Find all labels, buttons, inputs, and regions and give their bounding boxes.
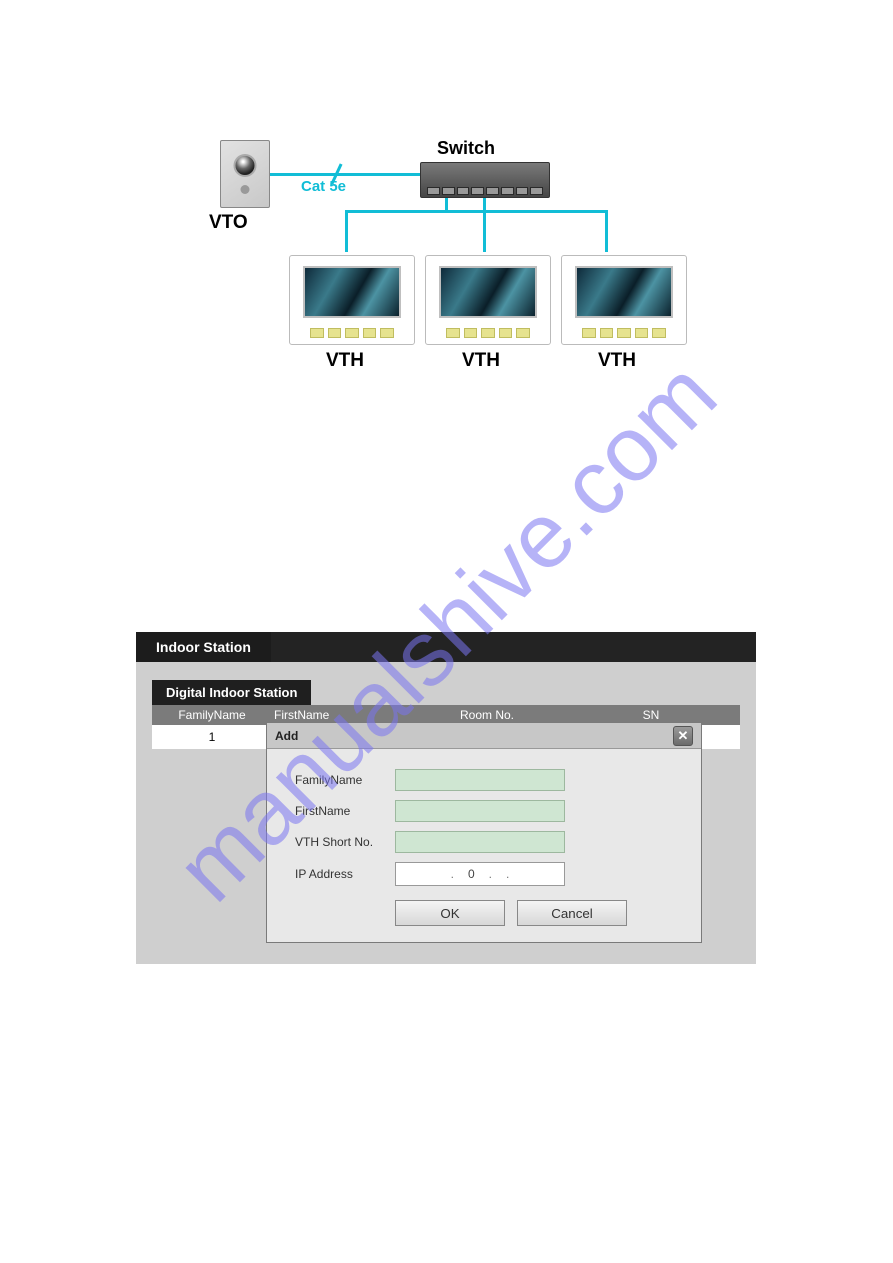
close-button[interactable]: ✕: [673, 726, 693, 746]
monitor-screen-icon: [439, 266, 537, 318]
cable-line: [345, 210, 348, 252]
camera-lens-icon: [234, 154, 257, 177]
ip-octet: 0: [468, 867, 475, 881]
add-dialog: Add ✕ FamilyName FirstName VTH Short No.: [266, 722, 702, 943]
cable-label: Cat 5e: [301, 178, 346, 195]
col-familyname: FamilyName: [152, 708, 272, 722]
port-icon: [442, 187, 455, 195]
port-icon: [516, 187, 529, 195]
col-firstname: FirstName: [272, 708, 412, 722]
label-firstname: FirstName: [295, 804, 395, 818]
monitor-screen-icon: [575, 266, 673, 318]
familyname-input[interactable]: [395, 769, 565, 791]
row-index: 1: [152, 730, 272, 744]
monitor-screen-icon: [303, 266, 401, 318]
dialog-titlebar: Add ✕: [267, 723, 701, 749]
label-ip: IP Address: [295, 867, 395, 881]
port-icon: [471, 187, 484, 195]
cable-line: [483, 210, 486, 252]
ip-dot: .: [451, 867, 454, 881]
cable-line: [345, 210, 605, 213]
ok-button[interactable]: OK: [395, 900, 505, 926]
vto-label: VTO: [209, 212, 248, 234]
camera-button-icon: [241, 185, 250, 194]
port-icon: [530, 187, 543, 195]
switch-label: Switch: [437, 138, 495, 159]
cable-line: [270, 173, 420, 176]
port-icon: [427, 187, 440, 195]
dialog-title: Add: [275, 729, 298, 743]
port-icon: [457, 187, 470, 195]
app-tabbar: Indoor Station: [136, 632, 756, 662]
label-familyname: FamilyName: [295, 773, 395, 787]
tab-indoor-station[interactable]: Indoor Station: [136, 632, 271, 662]
vth-monitor-icon: [289, 255, 415, 345]
ip-address-input[interactable]: . 0 . .: [395, 862, 565, 886]
label-shortno: VTH Short No.: [295, 835, 395, 849]
col-roomno: Room No.: [412, 708, 562, 722]
ip-dot: .: [489, 867, 492, 881]
cable-line: [605, 210, 608, 252]
cancel-button[interactable]: Cancel: [517, 900, 627, 926]
subtab-digital-indoor[interactable]: Digital Indoor Station: [152, 680, 311, 705]
vth-monitor-icon: [561, 255, 687, 345]
dialog-body: FamilyName FirstName VTH Short No. IP Ad…: [267, 749, 701, 942]
shortno-input[interactable]: [395, 831, 565, 853]
ip-dot: .: [506, 867, 509, 881]
vth-monitor-icon: [425, 255, 551, 345]
col-sn: SN: [562, 708, 740, 722]
vto-camera-icon: [220, 140, 270, 208]
vth-label: VTH: [462, 350, 500, 372]
app-body: Digital Indoor Station FamilyName FirstN…: [136, 662, 756, 964]
close-icon: ✕: [678, 728, 689, 743]
firstname-input[interactable]: [395, 800, 565, 822]
network-diagram: VTO Switch Cat 5e VTH VTH VTH: [185, 110, 705, 390]
port-icon: [501, 187, 514, 195]
port-icon: [486, 187, 499, 195]
vth-label: VTH: [326, 350, 364, 372]
vth-label: VTH: [598, 350, 636, 372]
app-window: Indoor Station Digital Indoor Station Fa…: [136, 632, 756, 964]
switch-icon: [420, 162, 550, 198]
